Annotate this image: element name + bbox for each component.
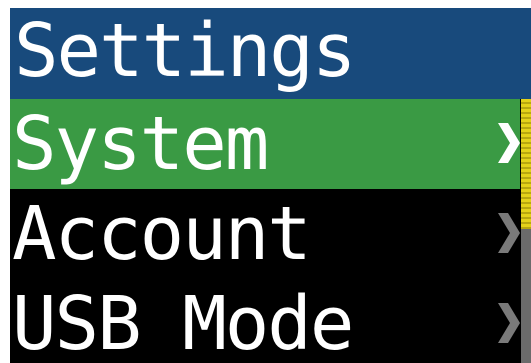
chevron-right-icon <box>492 121 522 165</box>
menu-item-label: USB Mode <box>12 281 354 363</box>
scrollbar[interactable] <box>521 99 531 363</box>
chevron-right-icon <box>492 211 522 255</box>
page-title: Settings <box>14 8 356 94</box>
menu-item-label: Account <box>12 191 312 277</box>
header-bar: Settings <box>10 8 531 99</box>
menu-item-label: System <box>12 101 269 187</box>
device-screen: Settings System Account USB Mode <box>10 8 531 363</box>
scrollbar-thumb[interactable] <box>521 99 531 229</box>
chevron-right-icon <box>492 301 522 345</box>
settings-menu: System Account USB Mode <box>10 99 520 363</box>
menu-item-account[interactable]: Account <box>10 189 520 279</box>
menu-item-usb-mode[interactable]: USB Mode <box>10 279 520 363</box>
menu-item-system[interactable]: System <box>10 99 520 189</box>
